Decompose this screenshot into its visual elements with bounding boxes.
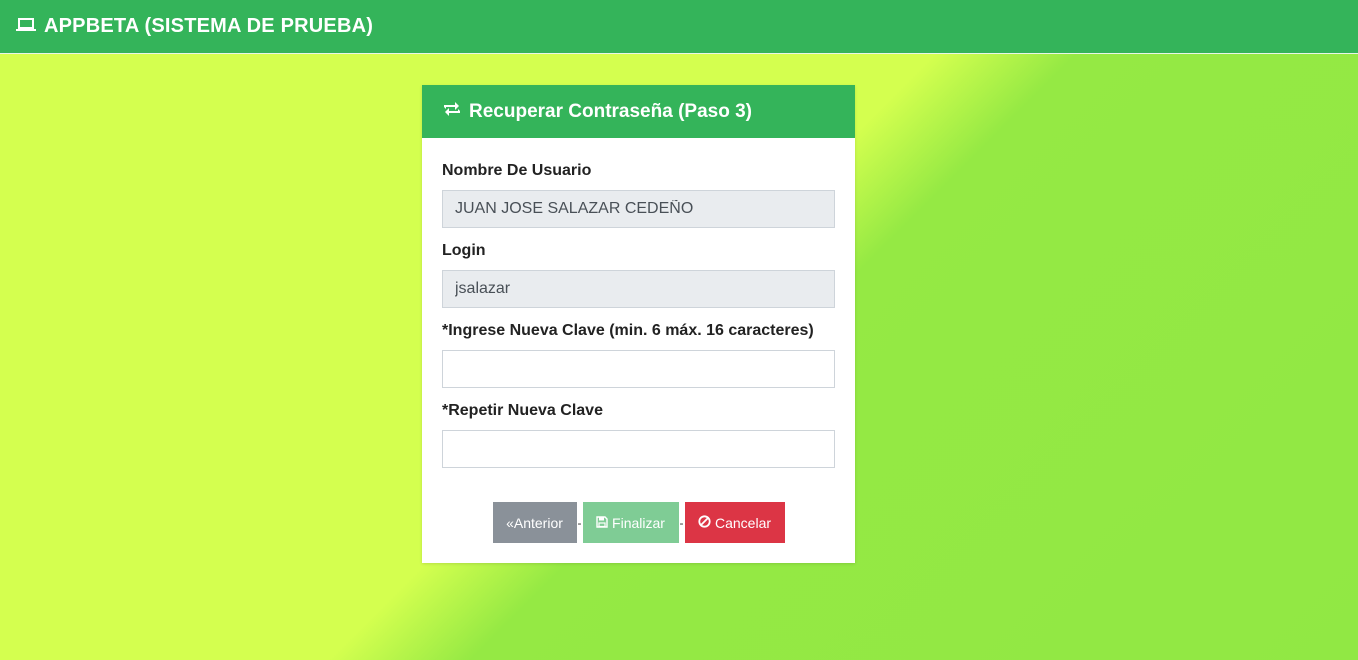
username-field[interactable]	[442, 190, 835, 228]
finish-button[interactable]: Finalizar	[582, 502, 679, 543]
finish-button-label: Finalizar	[612, 514, 665, 531]
previous-button[interactable]: «Anterior	[492, 502, 577, 543]
login-label: Login	[442, 242, 486, 259]
top-navbar: APPBETA (SISTEMA DE PRUEBA)	[0, 0, 1358, 54]
login-field[interactable]	[442, 270, 835, 308]
brand[interactable]: APPBETA (SISTEMA DE PRUEBA)	[16, 15, 373, 38]
brand-title: APPBETA (SISTEMA DE PRUEBA)	[44, 15, 374, 37]
cancel-button[interactable]: Cancelar	[684, 502, 785, 543]
repeat-password-label: *Repetir Nueva Clave	[442, 402, 603, 419]
previous-button-label: «Anterior	[506, 514, 563, 531]
save-icon	[596, 515, 612, 531]
laptop-icon	[16, 15, 44, 38]
card-body: Nombre De Usuario Login *Ingrese Nueva C…	[422, 138, 855, 543]
ban-icon	[698, 514, 715, 531]
recover-password-card: Recuperar Contraseña (Paso 3) Nombre De …	[422, 85, 855, 563]
new-password-input[interactable]	[442, 350, 835, 388]
repeat-password-input[interactable]	[442, 430, 835, 468]
new-password-label: *Ingrese Nueva Clave (min. 6 máx. 16 car…	[442, 322, 814, 339]
card-header: Recuperar Contraseña (Paso 3)	[422, 85, 855, 138]
cancel-button-label: Cancelar	[714, 514, 772, 531]
retweet-icon	[442, 101, 469, 123]
card-title: Recuperar Contraseña (Paso 3)	[469, 100, 752, 122]
button-row: «Anterior - Finalizar - Cancelar	[442, 502, 835, 543]
username-label: Nombre De Usuario	[442, 162, 592, 179]
